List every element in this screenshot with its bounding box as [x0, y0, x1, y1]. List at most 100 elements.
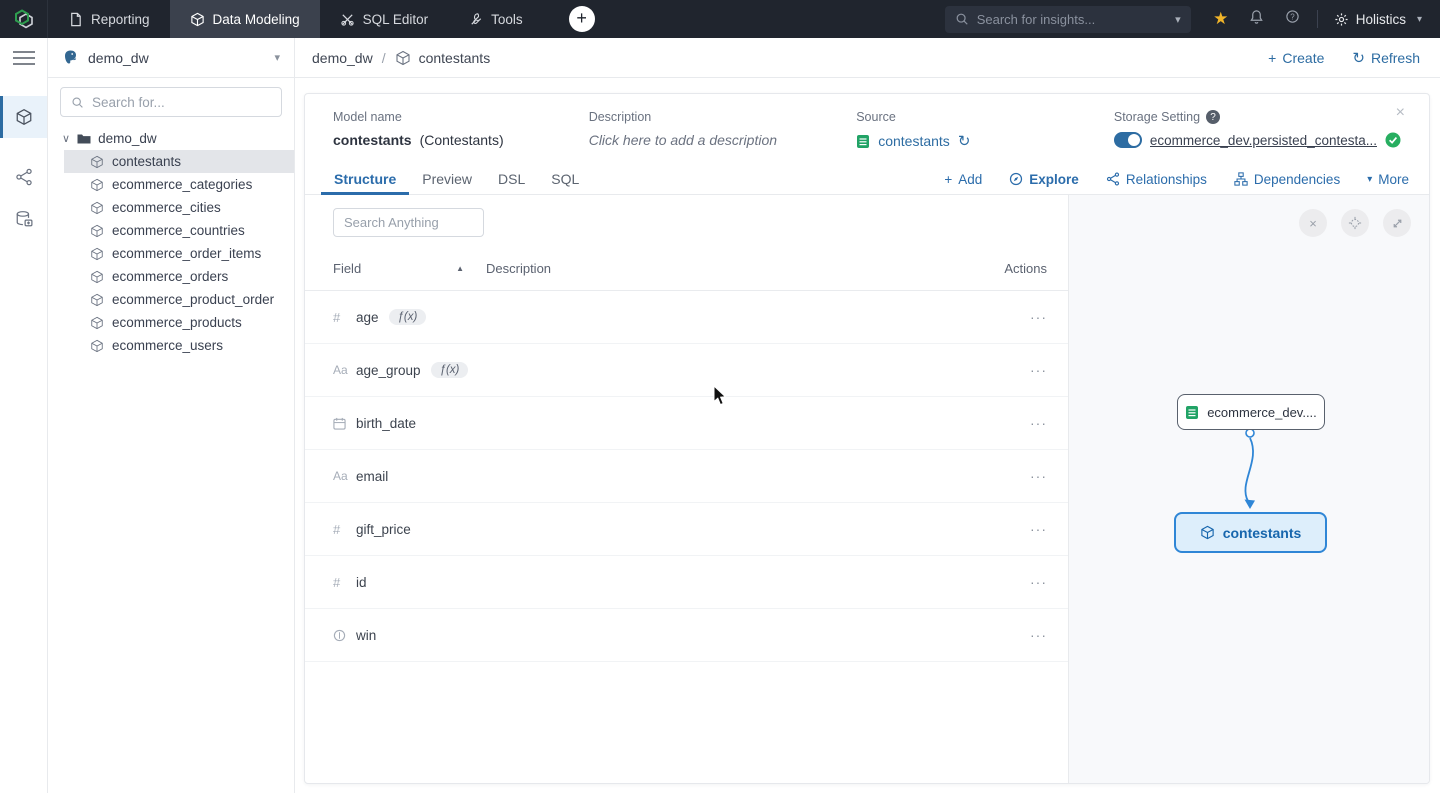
field-row-id[interactable]: # id ··· [305, 556, 1068, 609]
cube-icon [15, 108, 33, 126]
sidebar-item-ecommerce-cities[interactable]: ecommerce_cities [64, 196, 294, 219]
model-item-label: ecommerce_orders [112, 269, 228, 284]
number-type-icon: # [333, 310, 351, 325]
sidebar-search-input[interactable]: Search for... [60, 87, 282, 117]
new-item-button[interactable]: + [569, 6, 595, 32]
text-type-icon: Aa [333, 363, 351, 377]
sidebar-item-ecommerce-categories[interactable]: ecommerce_categories [64, 173, 294, 196]
cube-icon [90, 293, 104, 307]
sidebar-item-ecommerce-order-items[interactable]: ecommerce_order_items [64, 242, 294, 265]
diagram-center-button[interactable] [1341, 209, 1369, 237]
source-refresh-icon[interactable]: ↻ [958, 132, 971, 150]
tab-sql[interactable]: SQL [538, 164, 592, 194]
source-link[interactable]: contestants [878, 133, 950, 149]
sidebar-item-ecommerce-countries[interactable]: ecommerce_countries [64, 219, 294, 242]
nav-item-reporting[interactable]: Reporting [48, 0, 170, 38]
collapse-sidebar-button[interactable] [0, 38, 47, 78]
help-icon[interactable]: ? [1275, 9, 1311, 30]
explore-label: Explore [1029, 172, 1079, 187]
nav-item-sql-editor[interactable]: SQL Editor [320, 0, 449, 38]
caret-down-icon: ▾ [1367, 174, 1372, 185]
field-row-age[interactable]: # age ƒ(x) ··· [305, 291, 1068, 344]
fields-table-pane: Field ▲ Description Actions # age ƒ(x) [305, 195, 1068, 783]
explore-button[interactable]: Explore [1009, 172, 1079, 187]
more-button[interactable]: ▾ More [1367, 172, 1409, 187]
diagram-node-source-table[interactable]: ecommerce_dev.... [1177, 394, 1325, 430]
holistics-logo[interactable] [0, 0, 48, 38]
dependencies-button[interactable]: Dependencies [1234, 172, 1340, 187]
tab-preview[interactable]: Preview [409, 164, 485, 194]
cube-icon [190, 12, 205, 27]
model-item-label: ecommerce_countries [112, 223, 245, 238]
diagram-close-button[interactable]: × [1299, 209, 1327, 237]
refresh-button[interactable]: ↻ Refresh [1352, 49, 1420, 67]
tab-dsl[interactable]: DSL [485, 164, 538, 194]
row-actions-menu[interactable]: ··· [1030, 574, 1047, 590]
nav-item-data-modeling[interactable]: Data Modeling [170, 0, 320, 38]
share-network-icon [15, 168, 33, 186]
expand-icon [1391, 217, 1404, 230]
model-name-label: Model name [333, 110, 589, 124]
field-name: email [356, 469, 388, 484]
sidebar-item-ecommerce-orders[interactable]: ecommerce_orders [64, 265, 294, 288]
field-row-email[interactable]: Aa email ··· [305, 450, 1068, 503]
row-actions-menu[interactable]: ··· [1030, 521, 1047, 537]
storage-toggle[interactable] [1114, 132, 1142, 148]
share-network-icon [1106, 172, 1120, 186]
cube-icon [90, 224, 104, 238]
datasource-selector[interactable]: demo_dw ▾ [48, 38, 294, 78]
row-actions-menu[interactable]: ··· [1030, 309, 1047, 325]
tree-folder-demo-dw[interactable]: ∨ demo_dw [48, 127, 294, 150]
relationships-button[interactable]: Relationships [1106, 172, 1207, 187]
rail-item-data-sources[interactable] [0, 198, 47, 240]
field-name: birth_date [356, 416, 416, 431]
diagram-expand-button[interactable] [1383, 209, 1411, 237]
sidebar-item-ecommerce-products[interactable]: ecommerce_products [64, 311, 294, 334]
field-row-age-group[interactable]: Aa age_group ƒ(x) ··· [305, 344, 1068, 397]
field-row-win[interactable]: win ··· [305, 609, 1068, 662]
rail-item-models[interactable] [0, 96, 47, 138]
calculated-field-badge: ƒ(x) [431, 362, 469, 378]
field-search-input[interactable] [333, 208, 484, 237]
column-header-field[interactable]: Field ▲ [333, 261, 486, 276]
sidebar-item-ecommerce-users[interactable]: ecommerce_users [64, 334, 294, 357]
lineage-diagram-pane: × [1068, 195, 1429, 783]
row-actions-menu[interactable]: ··· [1030, 468, 1047, 484]
sidebar-item-contestants[interactable]: contestants [64, 150, 294, 173]
breadcrumb-parent[interactable]: demo_dw [312, 50, 373, 66]
diagram-controls: × [1299, 209, 1411, 237]
breadcrumb-current[interactable]: contestants [395, 50, 491, 66]
row-actions-menu[interactable]: ··· [1030, 627, 1047, 643]
workspace-menu[interactable]: Holistics ▾ [1324, 12, 1426, 27]
add-field-button[interactable]: + Add [944, 172, 982, 187]
sidebar-item-ecommerce-product-order[interactable]: ecommerce_product_order [64, 288, 294, 311]
plus-icon: + [944, 172, 952, 187]
row-actions-menu[interactable]: ··· [1030, 362, 1047, 378]
storage-table-link[interactable]: ecommerce_dev.persisted_contesta... [1150, 133, 1377, 148]
folder-icon [77, 133, 91, 145]
storage-help-icon[interactable]: ? [1206, 110, 1220, 124]
model-name-value: contestants [333, 132, 412, 148]
description-placeholder[interactable]: Click here to add a description [589, 132, 777, 148]
diagram-node-contestants[interactable]: contestants [1174, 512, 1327, 553]
model-title-value: (Contestants) [420, 132, 504, 148]
row-actions-menu[interactable]: ··· [1030, 415, 1047, 431]
sheet-icon [856, 134, 870, 149]
rail-item-relationships[interactable] [0, 156, 47, 198]
breadcrumb-current-label: contestants [419, 50, 491, 66]
tab-structure[interactable]: Structure [321, 164, 409, 194]
sql-editor-icon [340, 12, 355, 27]
topnav-divider [1317, 10, 1318, 28]
check-circle-icon [1385, 132, 1401, 148]
create-button[interactable]: + Create [1268, 50, 1324, 66]
chevron-down-icon: ▾ [1417, 14, 1422, 25]
field-row-gift-price[interactable]: # gift_price ··· [305, 503, 1068, 556]
field-row-birth-date[interactable]: birth_date ··· [305, 397, 1068, 450]
notifications-bell-icon[interactable] [1239, 9, 1275, 30]
breadcrumb-separator: / [382, 50, 386, 66]
global-search[interactable]: Search for insights... ▾ [945, 6, 1191, 33]
close-icon[interactable]: × [1396, 104, 1405, 122]
field-name: age [356, 310, 379, 325]
nav-item-tools[interactable]: Tools [448, 0, 543, 38]
favorites-star-icon[interactable]: ★ [1203, 9, 1239, 29]
